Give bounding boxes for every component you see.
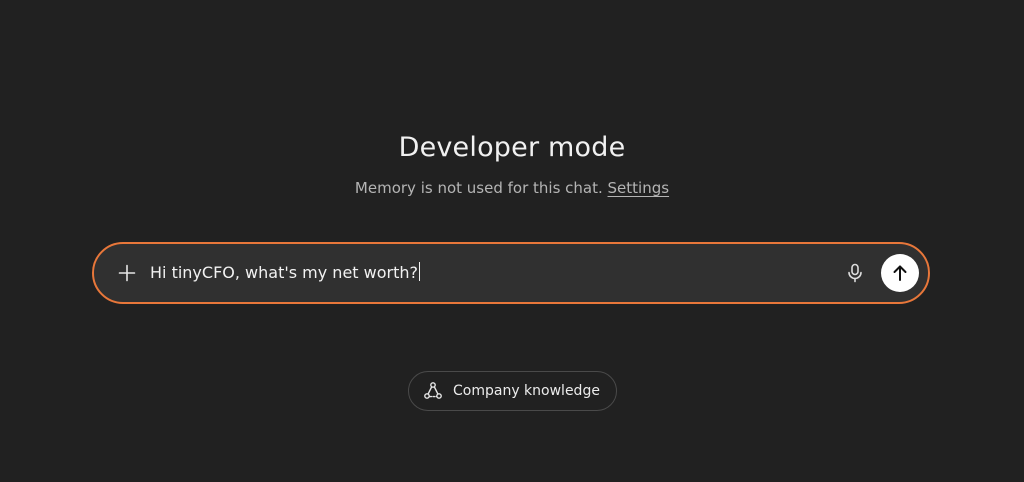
- plus-icon: [118, 264, 136, 282]
- prompt-input[interactable]: Hi tinyCFO, what's my net worth?: [150, 259, 820, 287]
- memory-notice: Memory is not used for this chat. Settin…: [0, 176, 1024, 200]
- connections-icon: [423, 381, 443, 401]
- company-knowledge-button[interactable]: Company knowledge: [408, 371, 617, 411]
- voice-input-button[interactable]: [842, 260, 868, 286]
- send-button[interactable]: [881, 254, 919, 292]
- company-knowledge-label: Company knowledge: [453, 383, 600, 399]
- arrow-up-icon: [891, 264, 909, 282]
- settings-link[interactable]: Settings: [608, 179, 670, 197]
- text-caret: [419, 262, 420, 281]
- memory-notice-text: Memory is not used for this chat.: [354, 179, 603, 197]
- prompt-composer[interactable]: Hi tinyCFO, what's my net worth?: [92, 242, 930, 304]
- add-attachment-button[interactable]: [112, 258, 142, 288]
- chat-page: Developer mode Memory is not used for th…: [0, 0, 1024, 482]
- microphone-icon: [847, 263, 863, 283]
- page-title: Developer mode: [398, 132, 626, 163]
- prompt-input-text: Hi tinyCFO, what's my net worth?: [150, 263, 418, 282]
